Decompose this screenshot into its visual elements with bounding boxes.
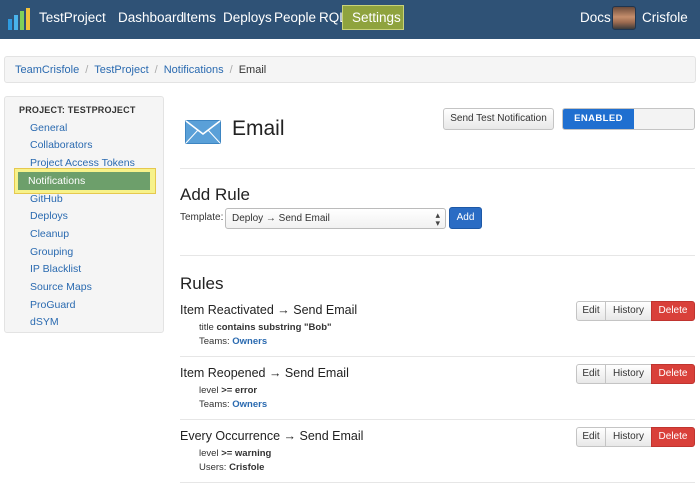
history-button[interactable]: History: [605, 427, 652, 447]
nav-dashboard[interactable]: Dashboard: [118, 10, 184, 25]
rule-condition-op: >= warning: [221, 448, 272, 459]
avatar[interactable]: [612, 6, 636, 30]
rule-title: Every Occurrence → Send Email: [180, 429, 364, 443]
rule-target-label: Teams:: [199, 399, 230, 410]
rule-target-value: Crisfole: [229, 462, 265, 473]
rule-target-label: Users:: [199, 462, 227, 473]
history-button[interactable]: History: [605, 364, 652, 384]
nav-settings-label: Settings: [352, 10, 401, 25]
sidebar-item-cleanup[interactable]: Cleanup: [30, 228, 69, 240]
rule-condition-op: contains substring "Bob": [216, 322, 332, 333]
breadcrumb: TeamCrisfole / TestProject / Notifications / E…: [4, 56, 696, 83]
toggle-enabled-label: ENABLED: [563, 109, 634, 129]
nav-people[interactable]: People: [274, 10, 316, 25]
rule-target-link[interactable]: Owners: [232, 399, 267, 410]
edit-button[interactable]: Edit: [576, 427, 606, 447]
breadcrumb-notifications[interactable]: Notifications: [164, 64, 224, 76]
divider: [180, 168, 695, 169]
settings-sidebar: PROJECT: TESTPROJECT General Collaborato…: [4, 96, 164, 333]
nav-items[interactable]: Items: [183, 10, 216, 25]
divider: [180, 356, 695, 357]
user-menu[interactable]: Crisfole: [642, 10, 688, 25]
nav-settings[interactable]: Settings: [342, 5, 404, 30]
rule-actions: Edit History Delete: [576, 301, 695, 321]
rule-condition-field: level: [199, 385, 219, 396]
rule-target: Teams: Owners: [199, 336, 267, 347]
divider: [180, 419, 695, 420]
sidebar-item-label: Notifications: [28, 175, 86, 187]
sidebar-item-source-maps[interactable]: Source Maps: [30, 281, 92, 293]
rule-actions: Edit History Delete: [576, 427, 695, 447]
breadcrumb-separator: /: [229, 64, 233, 76]
edit-button[interactable]: Edit: [576, 301, 606, 321]
template-select[interactable]: Deploy → Send Email ▴ ▾: [225, 208, 446, 229]
rule-condition: level >= error: [199, 385, 257, 396]
rule-condition-field: title: [199, 322, 214, 333]
breadcrumb-separator: /: [154, 64, 158, 76]
enabled-toggle[interactable]: ENABLED: [562, 108, 695, 130]
rule-target: Teams: Owners: [199, 399, 267, 410]
sidebar-item-deploys[interactable]: Deploys: [30, 210, 68, 222]
logo-icon[interactable]: [7, 7, 31, 31]
rule-target-label: Teams:: [199, 336, 230, 347]
sidebar-item-notifications[interactable]: Notifications: [14, 168, 156, 194]
sidebar-item-dsym[interactable]: dSYM: [30, 316, 59, 328]
divider: [180, 255, 695, 256]
rule-condition: level >= warning: [199, 448, 271, 459]
rules-heading: Rules: [180, 274, 224, 293]
sidebar-item-github[interactable]: GitHub: [30, 193, 63, 205]
delete-button[interactable]: Delete: [651, 427, 695, 447]
sidebar-item-general[interactable]: General: [30, 122, 67, 134]
template-selected-value: Deploy → Send Email: [232, 213, 330, 224]
edit-button[interactable]: Edit: [576, 364, 606, 384]
rule-target: Users: Crisfole: [199, 462, 264, 473]
sidebar-active-highlight: Notifications: [18, 172, 150, 190]
breadcrumb-separator: /: [85, 64, 89, 76]
sidebar-header: PROJECT: TESTPROJECT: [19, 105, 136, 115]
template-label: Template:: [180, 212, 224, 223]
rule-target-link[interactable]: Owners: [232, 336, 267, 347]
breadcrumb-team[interactable]: TeamCrisfole: [15, 64, 79, 76]
send-test-notification-button[interactable]: Send Test Notification: [443, 108, 554, 130]
project-name[interactable]: TestProject: [39, 10, 106, 25]
top-navbar: TestProject Dashboard Items Deploys Peop…: [0, 0, 700, 39]
nav-deploys[interactable]: Deploys: [223, 10, 272, 25]
add-rule-heading: Add Rule: [180, 185, 250, 204]
rule-actions: Edit History Delete: [576, 364, 695, 384]
breadcrumb-project[interactable]: TestProject: [94, 64, 148, 76]
rule-condition-op: >= error: [221, 385, 258, 396]
sidebar-item-collaborators[interactable]: Collaborators: [30, 139, 92, 151]
divider: [180, 482, 695, 483]
rule-title: Item Reactivated → Send Email: [180, 303, 358, 317]
envelope-icon: [185, 120, 221, 144]
updown-arrows-icon: ▴ ▾: [435, 210, 440, 228]
rule-condition: title contains substring "Bob": [199, 322, 332, 333]
add-rule-button[interactable]: Add: [449, 207, 482, 229]
sidebar-item-ip-blacklist[interactable]: IP Blacklist: [30, 263, 81, 275]
history-button[interactable]: History: [605, 301, 652, 321]
sidebar-item-grouping[interactable]: Grouping: [30, 246, 73, 258]
rule-condition-field: level: [199, 448, 219, 459]
nav-docs[interactable]: Docs: [580, 10, 611, 25]
rule-title: Item Reopened → Send Email: [180, 366, 349, 380]
sidebar-item-proguard[interactable]: ProGuard: [30, 299, 76, 311]
breadcrumb-current: Email: [238, 64, 267, 76]
delete-button[interactable]: Delete: [651, 364, 695, 384]
page-title: Email: [232, 117, 285, 140]
delete-button[interactable]: Delete: [651, 301, 695, 321]
